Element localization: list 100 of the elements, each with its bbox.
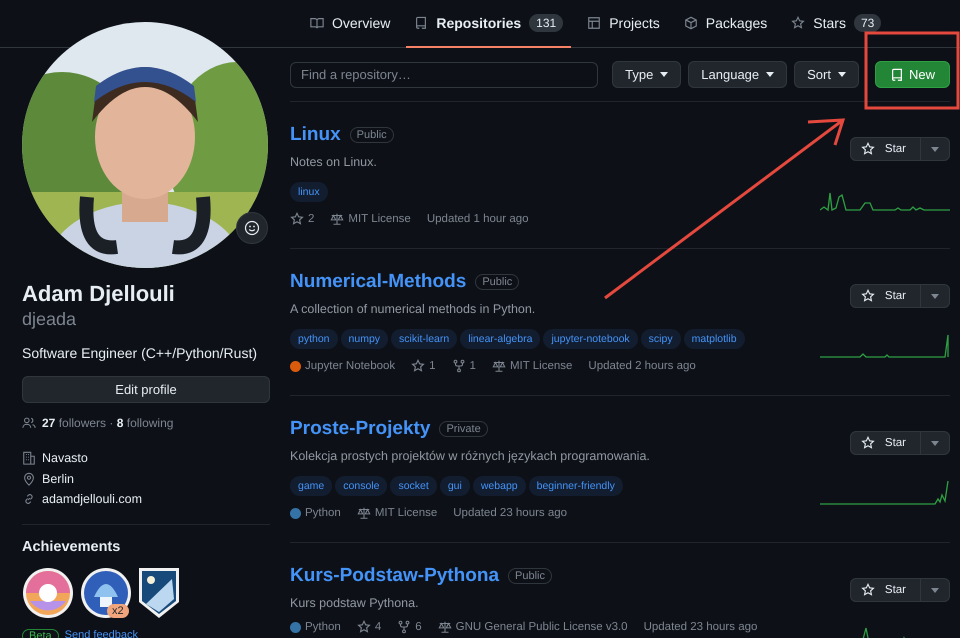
topic-tag[interactable]: game xyxy=(290,476,332,496)
repository-name-link[interactable]: Proste-Projekty xyxy=(290,418,430,440)
table-icon xyxy=(587,16,602,30)
repository-description: Kolekcja prostych projektów w różnych językach programowania. xyxy=(290,449,651,463)
star-list-dropdown[interactable] xyxy=(921,137,950,161)
search-field[interactable]: Find a repository… xyxy=(290,62,598,88)
repository-description: A collection of numerical methods in Python. xyxy=(290,302,536,316)
tab-label: Packages xyxy=(706,15,768,31)
feedback-link[interactable]: Send feedback xyxy=(64,628,138,638)
filter-dropdown[interactable]: Language xyxy=(688,61,788,88)
repo-icon xyxy=(414,16,428,30)
star-icon xyxy=(791,16,806,30)
tab-counter: 73 xyxy=(854,14,882,32)
topic-tag[interactable]: linear-algebra xyxy=(460,329,540,349)
repository-name-link[interactable]: Linux xyxy=(290,124,341,146)
caret-icon xyxy=(931,440,939,446)
visibility-label: Private xyxy=(439,421,488,437)
profile-username: djeada xyxy=(22,308,78,330)
visibility-label: Public xyxy=(508,568,552,584)
topic-tag[interactable]: beginner-friendly xyxy=(528,476,623,496)
star-button[interactable]: Star xyxy=(850,431,921,455)
topic-tag[interactable]: python xyxy=(290,329,338,349)
star-list-dropdown[interactable] xyxy=(921,578,950,602)
star-count[interactable]: 2 xyxy=(308,213,314,225)
caret-icon xyxy=(931,588,939,592)
star-icon xyxy=(411,359,426,373)
topic-tag[interactable]: matplotlib xyxy=(684,329,745,349)
star-count[interactable]: 1 xyxy=(429,360,436,372)
filter-dropdown[interactable]: Type xyxy=(612,61,682,88)
caret-icon xyxy=(766,72,774,77)
repository-name-link[interactable]: Kurs-Podstaw-Pythona xyxy=(290,565,500,587)
tab-label: Projects xyxy=(609,15,660,31)
license-text: MIT License xyxy=(374,507,438,519)
nav-tab[interactable]: Stars 73 xyxy=(783,0,890,48)
scale-icon xyxy=(492,359,506,373)
fork-icon xyxy=(397,620,412,634)
license-text: GNU General Public License v3.0 xyxy=(456,621,628,633)
tab-counter: 131 xyxy=(529,14,564,32)
language-text: Python xyxy=(305,621,341,633)
star-count[interactable]: 4 xyxy=(374,621,382,633)
repository-description: Notes on Linux. xyxy=(290,155,378,169)
smiley-icon xyxy=(244,220,260,236)
visibility-label: Public xyxy=(350,127,394,143)
repo-icon xyxy=(890,68,904,82)
language-text: Jupyter Notebook xyxy=(305,360,396,372)
scale-icon xyxy=(330,212,344,226)
language-text: Python xyxy=(305,507,341,519)
star-icon xyxy=(860,289,875,303)
star-button[interactable]: Star xyxy=(850,578,921,602)
repository-name-link[interactable]: Numerical-Methods xyxy=(290,271,466,293)
topic-tag[interactable]: gui xyxy=(440,476,470,496)
emoji-button[interactable] xyxy=(236,212,268,244)
star-icon xyxy=(860,583,875,597)
updated-time: Updated 23 hours ago xyxy=(453,507,568,519)
topic-tag[interactable]: linux xyxy=(290,182,328,202)
fork-count[interactable]: 6 xyxy=(415,621,422,633)
nav-tab[interactable]: Overview xyxy=(302,0,398,48)
topic-tag[interactable]: jupyter-notebook xyxy=(543,329,638,349)
scale-icon xyxy=(438,620,452,634)
nav-tab[interactable]: Packages xyxy=(676,0,776,48)
followers-link[interactable]: 27 followers · 8 following xyxy=(42,416,174,430)
book-icon xyxy=(310,16,324,30)
updated-time: Updated 2 hours ago xyxy=(588,360,696,372)
updated-time: Updated 23 hours ago xyxy=(644,621,758,633)
topic-tag[interactable]: console xyxy=(335,476,388,496)
shield-badge-icon[interactable] xyxy=(138,566,180,618)
nav-tab[interactable]: Projects xyxy=(579,0,668,48)
license-text: MIT License xyxy=(348,213,411,225)
profile-name: Adam Djellouli xyxy=(22,280,176,308)
new-repository-button[interactable]: New xyxy=(874,61,950,88)
topic-tag[interactable]: scikit-learn xyxy=(391,329,458,349)
topic-tag[interactable]: socket xyxy=(390,476,437,496)
tab-label: Overview xyxy=(332,15,390,31)
box-icon xyxy=(684,16,698,30)
star-icon xyxy=(356,620,371,634)
edit-profile-button[interactable]: Edit profile xyxy=(22,376,270,403)
star-button[interactable]: Star xyxy=(850,284,921,308)
location-text: Berlin xyxy=(42,472,74,486)
topic-tag[interactable]: webapp xyxy=(472,476,526,496)
caret-icon xyxy=(660,72,668,77)
visibility-label: Public xyxy=(475,274,520,290)
updated-time: Updated 1 hour ago xyxy=(426,213,529,225)
filter-dropdown[interactable]: Sort xyxy=(794,61,859,88)
star-icon xyxy=(860,436,875,450)
star-list-dropdown[interactable] xyxy=(921,284,950,308)
organization-text: Navasto xyxy=(42,451,88,466)
building-icon xyxy=(22,451,36,466)
website-link[interactable]: adamdjellouli.com xyxy=(42,492,142,506)
location-pin-icon xyxy=(22,472,36,486)
star-button[interactable]: Star xyxy=(850,137,921,161)
license-text: MIT License xyxy=(510,360,572,372)
tab-label: Stars xyxy=(813,15,846,31)
rainbow-badge-icon[interactable] xyxy=(22,566,74,618)
fork-count[interactable]: 1 xyxy=(470,360,476,372)
star-list-dropdown[interactable] xyxy=(921,431,950,455)
profile-bio: Software Engineer (C++/Python/Rust) xyxy=(22,344,258,363)
topic-tag[interactable]: numpy xyxy=(340,329,388,349)
caret-icon xyxy=(838,72,846,77)
topic-tag[interactable]: scipy xyxy=(640,329,681,349)
nav-tab[interactable]: Repositories 131 xyxy=(406,0,572,48)
